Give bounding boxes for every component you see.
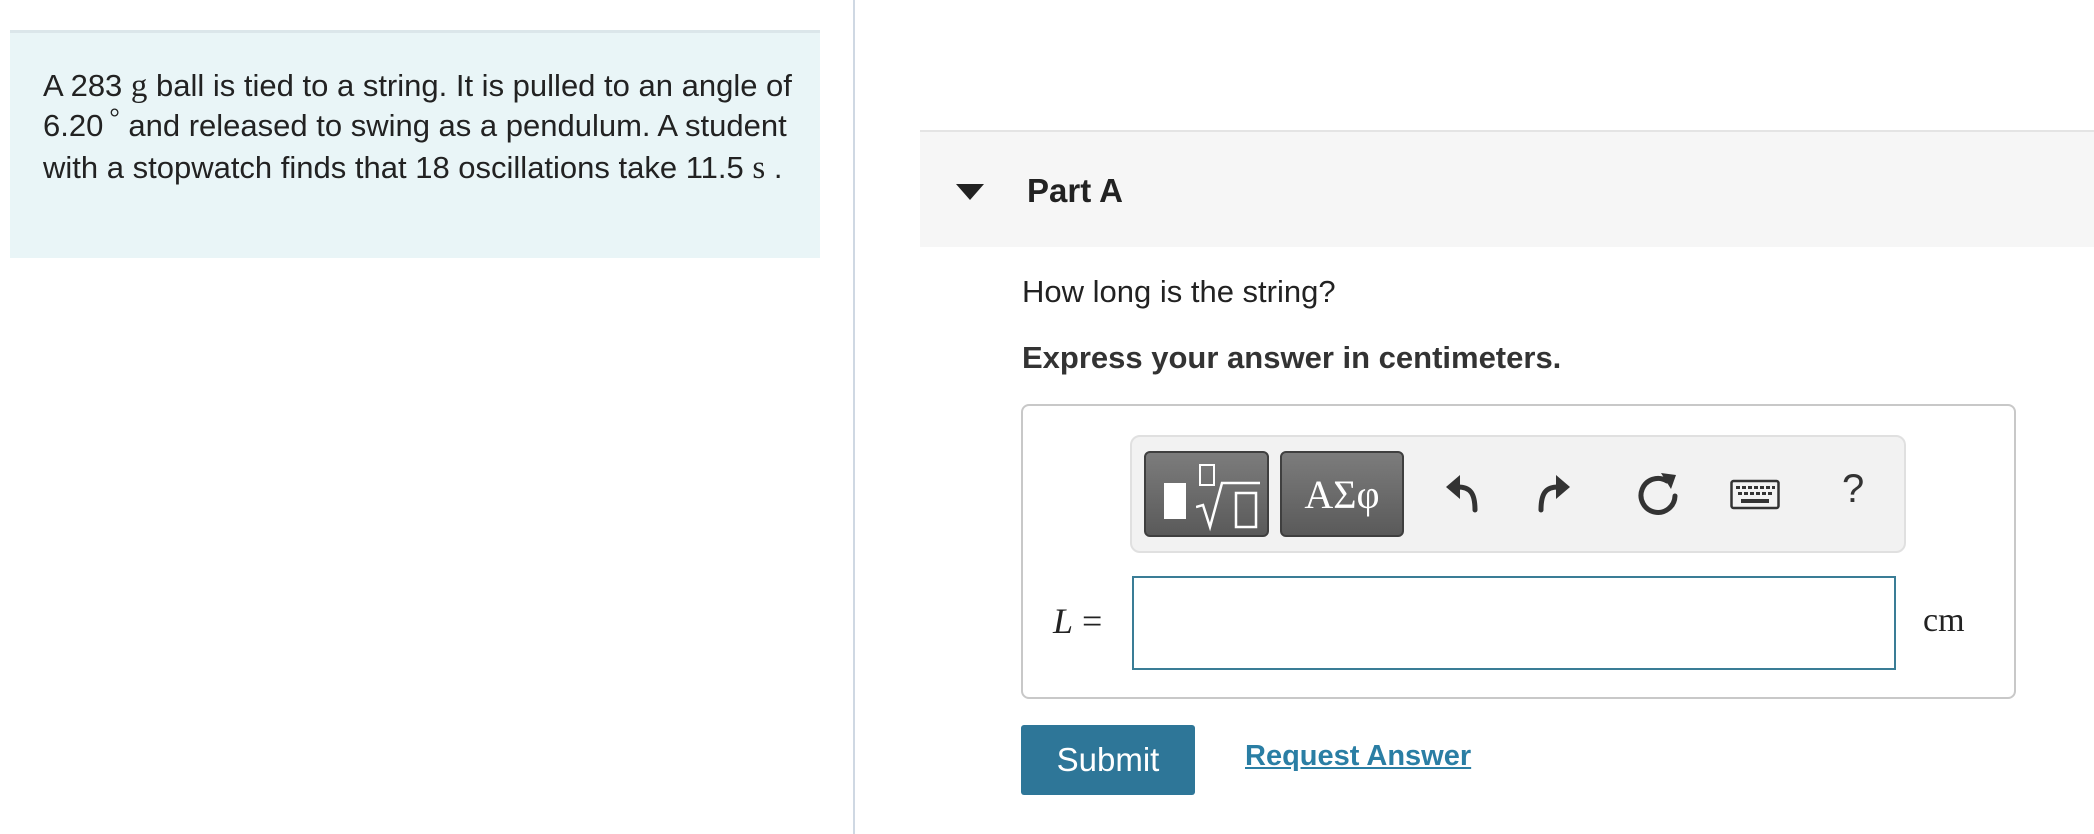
- reset-icon[interactable]: [1634, 469, 1682, 519]
- templates-square-icon: [1164, 483, 1186, 519]
- mass-unit: g: [130, 68, 148, 104]
- time-unit: s: [752, 150, 766, 186]
- unit-label: cm: [1923, 602, 1965, 639]
- question-text: How long is the string?: [1022, 274, 1336, 309]
- part-header[interactable]: Part A: [920, 130, 2094, 247]
- equals-sign: =: [1082, 601, 1103, 641]
- page: A 283 g ball is tied to a string. It is …: [0, 0, 2094, 834]
- problem-text-part: .: [765, 150, 783, 185]
- variable-symbol: L: [1053, 601, 1074, 641]
- problem-text-part: and released to swing as a pendulum. A s…: [43, 108, 787, 185]
- problem-text: A 283 g ball is tied to a string. It is …: [43, 66, 798, 188]
- request-answer-link[interactable]: Request Answer: [1245, 740, 1471, 773]
- variable-label: L =: [1053, 600, 1102, 642]
- submit-button[interactable]: Submit: [1021, 725, 1195, 795]
- templates-button[interactable]: [1144, 451, 1269, 537]
- radical-icon: [1196, 464, 1260, 532]
- greek-symbols-label: ΑΣφ: [1304, 472, 1380, 517]
- greek-symbols-button[interactable]: ΑΣφ: [1280, 451, 1404, 537]
- undo-icon[interactable]: [1444, 471, 1484, 515]
- answer-instruction: Express your answer in centimeters.: [1022, 340, 1562, 375]
- answer-box: ΑΣφ ? L = cm: [1021, 404, 2016, 699]
- part-title: Part A: [1027, 172, 1123, 209]
- caret-down-icon[interactable]: [956, 184, 984, 200]
- degree-unit: °: [109, 103, 120, 132]
- redo-icon[interactable]: [1532, 471, 1572, 515]
- problem-text-part: A 283: [43, 68, 131, 103]
- keyboard-icon[interactable]: [1730, 479, 1780, 511]
- help-icon[interactable]: ?: [1842, 467, 1864, 512]
- problem-statement-panel: A 283 g ball is tied to a string. It is …: [10, 30, 820, 258]
- column-divider: [853, 0, 855, 834]
- answer-input[interactable]: [1132, 576, 1896, 670]
- math-toolbar: ΑΣφ ?: [1130, 435, 1906, 553]
